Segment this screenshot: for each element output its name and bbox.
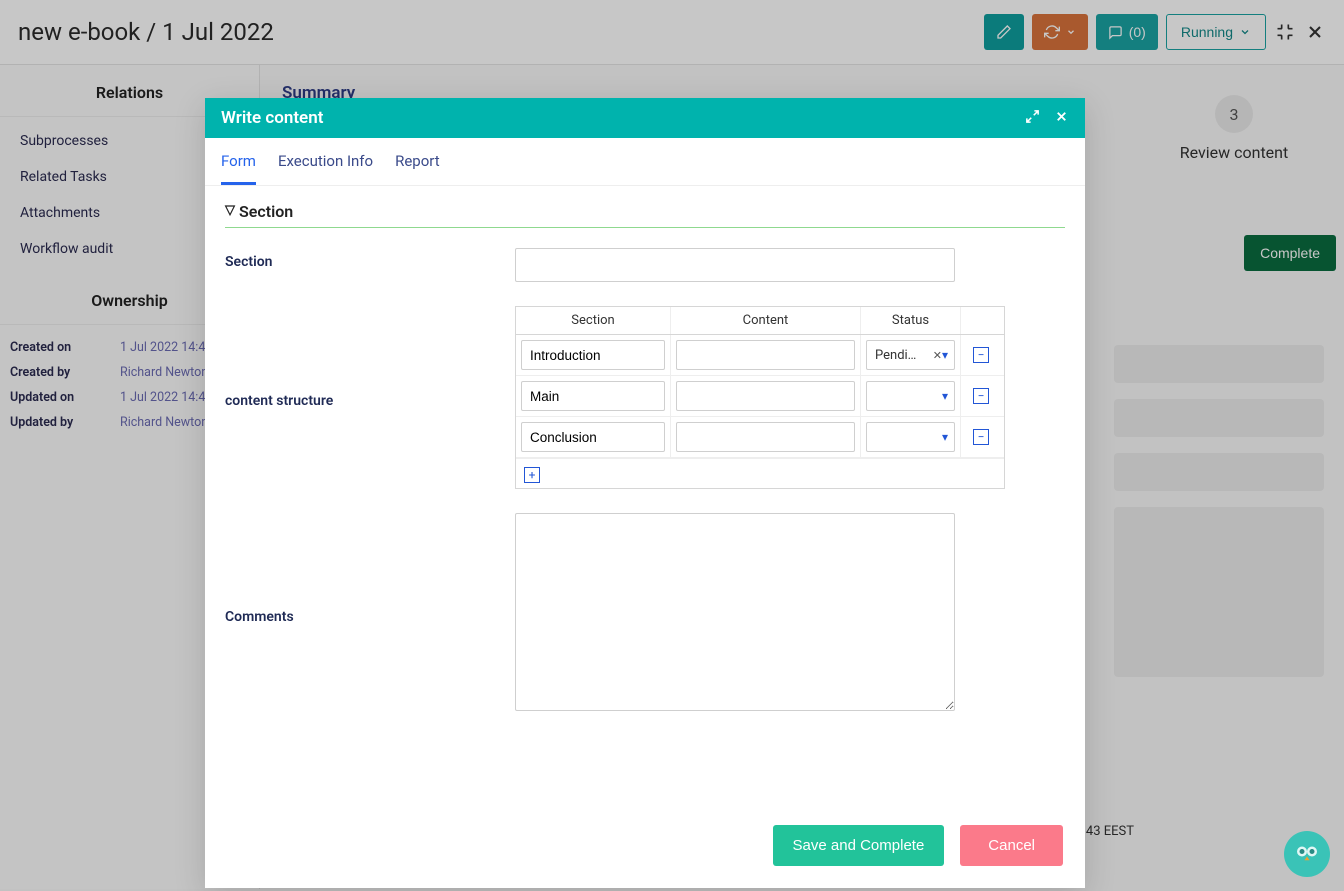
remove-row-icon[interactable]: − xyxy=(973,429,989,445)
remove-row-icon[interactable]: − xyxy=(973,388,989,404)
modal-title: Write content xyxy=(221,108,323,128)
comments-label: Comments xyxy=(225,603,515,625)
chat-widget[interactable] xyxy=(1284,831,1330,877)
cs-header-actions xyxy=(961,307,1001,334)
cs-status-select[interactable]: ▾ xyxy=(866,422,955,452)
chevron-down-icon: ▾ xyxy=(942,389,948,403)
chevron-down-icon: ▾ xyxy=(942,430,948,444)
cs-status-select[interactable]: Pendi… ✕ ▾ xyxy=(866,340,955,370)
chevron-down-icon: ▾ xyxy=(942,348,948,362)
save-and-complete-button[interactable]: Save and Complete xyxy=(773,825,945,866)
add-row-icon[interactable]: + xyxy=(524,467,540,483)
close-icon[interactable] xyxy=(1054,109,1069,128)
content-structure-label: content structure xyxy=(225,387,515,409)
cs-header-status: Status xyxy=(861,307,961,334)
triangle-down-icon: ▽ xyxy=(225,203,235,218)
tab-execution-info[interactable]: Execution Info xyxy=(278,152,373,185)
cs-section-input[interactable] xyxy=(521,340,665,370)
cs-header-row: Section Content Status xyxy=(516,307,1004,335)
expand-icon[interactable] xyxy=(1025,109,1040,128)
clear-icon[interactable]: ✕ xyxy=(933,349,942,362)
cs-header-content: Content xyxy=(671,307,861,334)
tab-form[interactable]: Form xyxy=(221,152,256,185)
cs-add-row: + xyxy=(516,458,1004,488)
modal-tabs: Form Execution Info Report xyxy=(205,138,1085,186)
form-row-content-structure: content structure Section Content Status xyxy=(225,306,1065,489)
tab-report[interactable]: Report xyxy=(395,152,440,185)
section-label: Section xyxy=(225,248,515,282)
modal-header: Write content xyxy=(205,98,1085,138)
section-heading-label: Section xyxy=(239,202,293,221)
cs-content-input[interactable] xyxy=(676,422,855,452)
section-input[interactable] xyxy=(515,248,955,282)
cs-status-value: Pendi… xyxy=(875,348,929,363)
cs-content-input[interactable] xyxy=(676,340,855,370)
cs-header-section: Section xyxy=(516,307,671,334)
form-row-section: Section xyxy=(225,248,1065,282)
cs-section-input[interactable] xyxy=(521,381,665,411)
owl-icon xyxy=(1292,839,1322,869)
cs-status-select[interactable]: ▾ xyxy=(866,381,955,411)
write-content-modal: Write content Form Execution Info Report… xyxy=(205,98,1085,888)
cs-section-input[interactable] xyxy=(521,422,665,452)
cs-row: Pendi… ✕ ▾ − xyxy=(516,335,1004,376)
cs-content-input[interactable] xyxy=(676,381,855,411)
content-structure-table: Section Content Status xyxy=(515,306,1005,489)
modal-footer: Save and Complete Cancel xyxy=(205,809,1085,888)
modal-body: ▽ Section Section content structure Sect… xyxy=(205,186,1085,809)
cs-row: ▾ − xyxy=(516,376,1004,417)
section-header[interactable]: ▽ Section xyxy=(225,202,1065,228)
comments-textarea[interactable] xyxy=(515,513,955,711)
remove-row-icon[interactable]: − xyxy=(973,347,989,363)
form-row-comments: Comments xyxy=(225,513,1065,715)
cs-row: ▾ − xyxy=(516,417,1004,458)
cancel-button[interactable]: Cancel xyxy=(960,825,1063,866)
